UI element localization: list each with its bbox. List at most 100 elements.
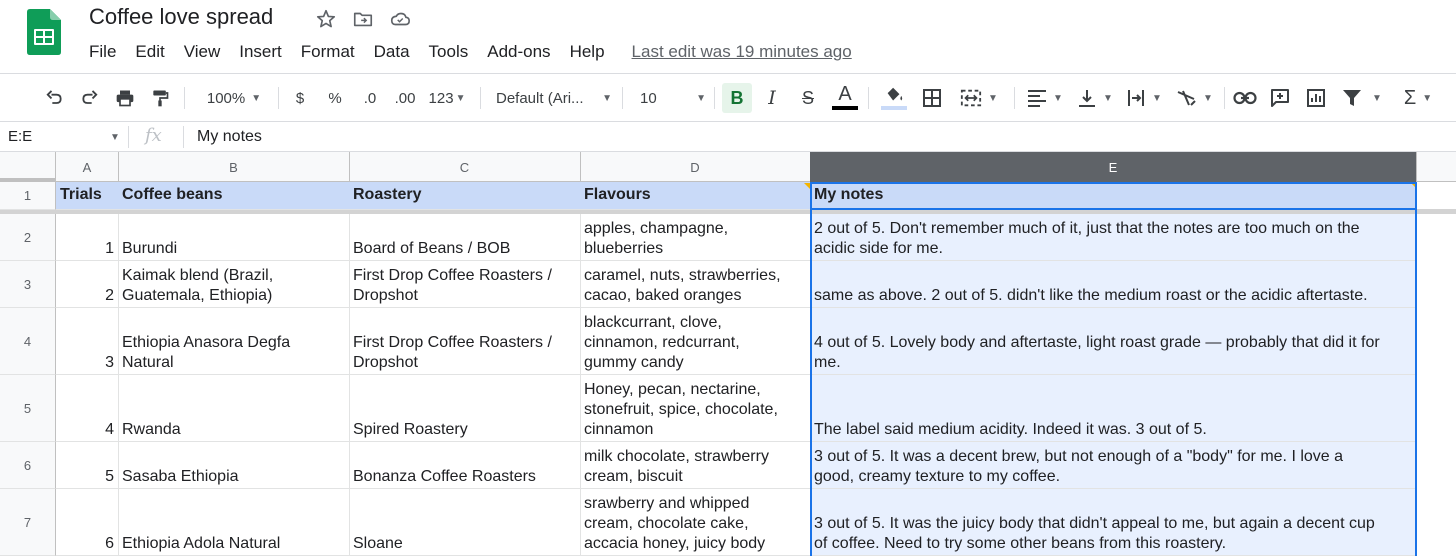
header-roastery[interactable]: Roastery xyxy=(349,182,581,210)
vertical-align-select[interactable]: ▼ xyxy=(1074,85,1116,111)
paint-format-icon[interactable] xyxy=(146,85,174,111)
print-icon[interactable] xyxy=(111,85,139,111)
menu-tools[interactable]: Tools xyxy=(429,42,469,62)
sheets-logo-icon[interactable] xyxy=(27,9,61,55)
cell-b4[interactable]: Ethiopia Anasora Degfa Natural xyxy=(118,308,350,375)
more-formats-select[interactable]: 123 ▼ xyxy=(425,85,469,111)
header-flavours[interactable]: Flavours xyxy=(580,182,811,210)
chevron-down-icon[interactable]: ▼ xyxy=(110,132,120,143)
header-trials[interactable]: Trials xyxy=(56,182,119,210)
menu-data[interactable]: Data xyxy=(374,42,410,62)
cloud-saved-icon[interactable] xyxy=(388,7,412,31)
text-wrapping-select[interactable]: ▼ xyxy=(1123,85,1165,111)
cell-e7[interactable]: 3 out of 5. It was the juicy body that d… xyxy=(810,489,1417,556)
menu-help[interactable]: Help xyxy=(570,42,605,62)
cell-text-line: First Drop Coffee Roasters / xyxy=(353,267,552,284)
header-my-notes[interactable]: My notes xyxy=(810,182,1417,210)
borders-icon[interactable] xyxy=(918,85,946,111)
cell-a6[interactable]: 5 xyxy=(56,442,119,489)
bold-button[interactable]: B xyxy=(722,83,752,113)
menu-format[interactable]: Format xyxy=(301,42,355,62)
cell-d6[interactable]: milk chocolate, strawberry cream, biscuit xyxy=(580,442,811,489)
merge-cells-select[interactable]: ▼ xyxy=(954,85,1004,111)
zoom-select[interactable]: 100% ▼ xyxy=(198,85,270,111)
cell-e4[interactable]: 4 out of 5. Lovely body and aftertaste, … xyxy=(810,308,1417,375)
row-header-6[interactable]: 6 xyxy=(0,442,56,489)
column-header-a[interactable]: A xyxy=(56,152,119,182)
select-all-corner[interactable] xyxy=(0,152,56,182)
column-header-b[interactable]: B xyxy=(118,152,350,182)
cell-text-line: Board of Beans / BOB xyxy=(353,240,511,257)
menu-view[interactable]: View xyxy=(184,42,221,62)
cell-a7[interactable]: 6 xyxy=(56,489,119,556)
zoom-value: 100% xyxy=(206,89,246,107)
cell-d4[interactable]: blackcurrant, clove, cinnamon, redcurrant… xyxy=(580,308,811,375)
text-rotation-select[interactable]: ▼ xyxy=(1172,85,1216,111)
menu-add-ons[interactable]: Add-ons xyxy=(487,42,550,62)
menu-insert[interactable]: Insert xyxy=(239,42,282,62)
column-header-c[interactable]: C xyxy=(349,152,581,182)
row-header-5[interactable]: 5 xyxy=(0,375,56,442)
italic-button[interactable]: I xyxy=(758,85,786,111)
cell-b7[interactable]: Ethiopia Adola Natural xyxy=(118,489,350,556)
row-header-1[interactable]: 1 xyxy=(0,182,56,210)
cell-b5[interactable]: Rwanda xyxy=(118,375,350,442)
fill-color-button[interactable] xyxy=(879,82,909,112)
row-header-4[interactable]: 4 xyxy=(0,308,56,375)
cell-e6[interactable]: 3 out of 5. It was a decent brew, but no… xyxy=(810,442,1417,489)
cell-c6[interactable]: Bonanza Coffee Roasters xyxy=(349,442,581,489)
horizontal-align-select[interactable]: ▼ xyxy=(1024,85,1066,111)
cell-c4[interactable]: First Drop Coffee Roasters / Dropshot xyxy=(349,308,581,375)
insert-link-icon[interactable] xyxy=(1231,85,1259,111)
cell-e5[interactable]: The label said medium acidity. Indeed it… xyxy=(810,375,1417,442)
cell-a4[interactable]: 3 xyxy=(56,308,119,375)
row-header-3[interactable]: 3 xyxy=(0,261,56,308)
cell-d3[interactable]: caramel, nuts, strawberries, cacao, baked… xyxy=(580,261,811,308)
cell-d2[interactable]: apples, champagne, blueberries xyxy=(580,214,811,261)
font-size-select[interactable]: 10 ▼ xyxy=(640,85,706,111)
cell-c2[interactable]: Board of Beans / BOB xyxy=(349,214,581,261)
cell-b3[interactable]: Kaimak blend (Brazil, Guatemala, Ethiopia… xyxy=(118,261,350,308)
cell-a2[interactable]: 1 xyxy=(56,214,119,261)
column-header-d[interactable]: D xyxy=(580,152,811,182)
row-header-2[interactable]: 2 xyxy=(0,214,56,261)
functions-select[interactable]: Σ ▼ xyxy=(1396,85,1440,111)
undo-icon[interactable] xyxy=(40,85,68,111)
header-coffee-beans[interactable]: Coffee beans xyxy=(118,182,350,210)
cell-c7[interactable]: Sloane xyxy=(349,489,581,556)
column-header-e[interactable]: E xyxy=(810,152,1417,182)
menu-edit[interactable]: Edit xyxy=(135,42,164,62)
cell-c5[interactable]: Spired Roastery xyxy=(349,375,581,442)
title-bar: Coffee love spread File Edit View Insert… xyxy=(0,0,1456,72)
text-color-button[interactable]: A xyxy=(830,82,860,112)
font-family-select[interactable]: Default (Ari... ▼ xyxy=(496,85,612,111)
increase-decimals-button[interactable]: .00 xyxy=(391,85,419,111)
cell-c3[interactable]: First Drop Coffee Roasters / Dropshot xyxy=(349,261,581,308)
insert-chart-icon[interactable] xyxy=(1302,85,1330,111)
format-percent-button[interactable]: % xyxy=(324,85,346,111)
align-bottom-icon xyxy=(1079,90,1096,107)
cell-d5[interactable]: Honey, pecan, nectarine, stonefruit, spic… xyxy=(580,375,811,442)
format-currency-button[interactable]: $ xyxy=(289,85,311,111)
name-box[interactable]: E:E xyxy=(8,128,32,145)
cell-a3[interactable]: 2 xyxy=(56,261,119,308)
last-edit-link[interactable]: Last edit was 19 minutes ago xyxy=(632,42,852,62)
row-header-7[interactable]: 7 xyxy=(0,489,56,556)
star-icon[interactable] xyxy=(314,7,338,31)
cell-d7[interactable]: srawberry and whipped cream, chocolate ca… xyxy=(580,489,811,556)
decrease-decimals-button[interactable]: .0 xyxy=(357,85,383,111)
cell-b6[interactable]: Sasaba Ethiopia xyxy=(118,442,350,489)
formula-input[interactable]: My notes xyxy=(197,128,262,146)
redo-icon[interactable] xyxy=(76,85,104,111)
document-title[interactable]: Coffee love spread xyxy=(89,4,273,30)
cell-b2[interactable]: Burundi xyxy=(118,214,350,261)
move-to-folder-icon[interactable] xyxy=(351,7,375,31)
strikethrough-button[interactable]: S xyxy=(794,85,822,111)
filter-select[interactable]: ▼ xyxy=(1339,85,1385,111)
menu-bar: File Edit View Insert Format Data Tools … xyxy=(89,42,852,62)
insert-comment-icon[interactable] xyxy=(1266,85,1294,111)
menu-file[interactable]: File xyxy=(89,42,116,62)
cell-e3[interactable]: same as above. 2 out of 5. didn't like t… xyxy=(810,261,1417,308)
cell-e2[interactable]: 2 out of 5. Don't remember much of it, j… xyxy=(810,214,1417,261)
cell-a5[interactable]: 4 xyxy=(56,375,119,442)
